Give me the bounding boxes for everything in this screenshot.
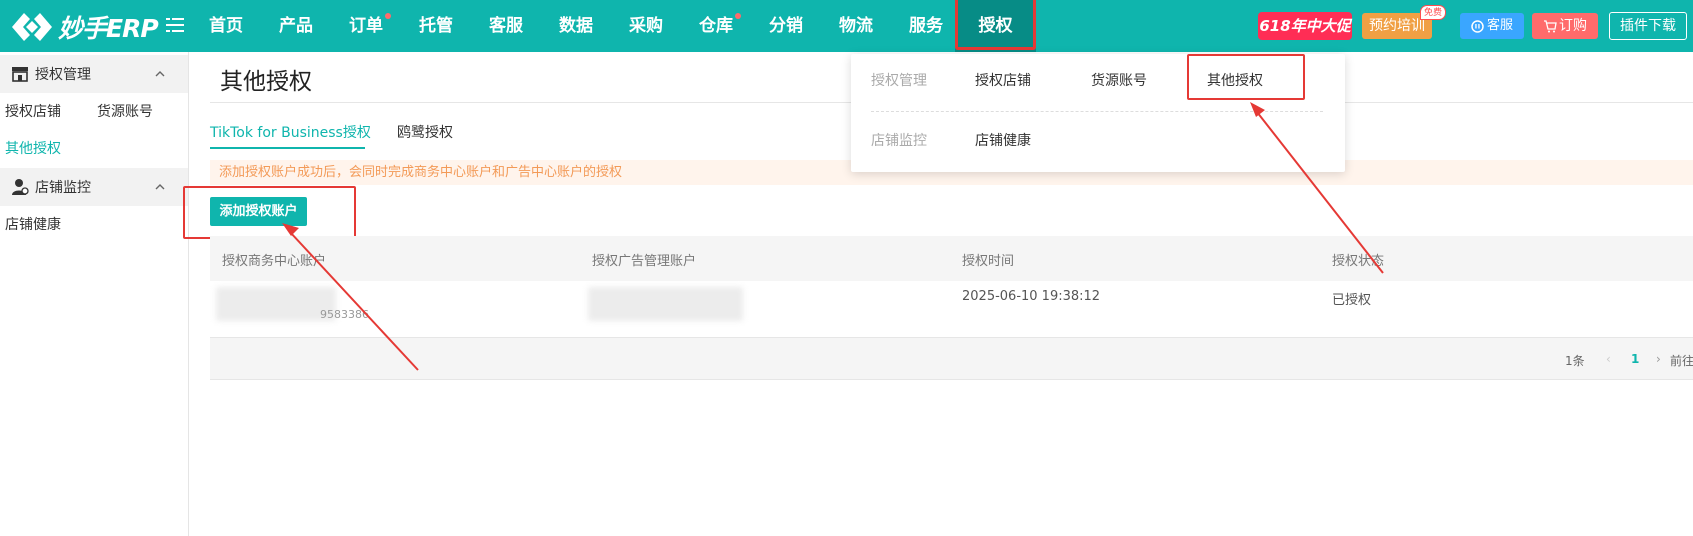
sidebar: 授权管理 授权店铺 货源账号 其他授权 店铺监控 店铺健康 — [0, 52, 189, 536]
pagination: 1条 ‹ 1 › 前往 — [210, 338, 1693, 380]
column-header: 授权状态 — [1332, 254, 1385, 269]
sidebar-group-auth-management[interactable]: 授权管理 — [0, 55, 188, 93]
auth-status: 已授权 — [1332, 293, 1372, 308]
page-title: 其他授权 — [220, 69, 312, 95]
tab-oulu[interactable]: 鸥鹭授权 — [397, 122, 453, 142]
dropdown-item-auth-stores[interactable]: 授权店铺 — [975, 70, 1031, 90]
tab-tiktok-for-business[interactable]: TikTok for Business授权 — [210, 122, 371, 142]
logo-text: 妙手ERP — [58, 14, 159, 43]
nav-item-products[interactable]: 产品 — [279, 0, 313, 52]
table-header: 授权商务中心账户 授权广告管理账户 授权时间 授权状态 — [210, 236, 1693, 281]
column-header: 授权商务中心账户 — [222, 254, 327, 269]
sidebar-group-store-monitoring[interactable]: 店铺监控 — [0, 168, 188, 206]
auth-time: 2025-06-10 19:38:12 — [962, 289, 1101, 304]
nav-item-customer-service[interactable]: 客服 — [489, 0, 523, 52]
nav-item-home[interactable]: 首页 — [209, 0, 243, 52]
redacted-business-account — [216, 287, 336, 321]
promo-618-badge[interactable]: 618年中大促 — [1258, 12, 1352, 40]
next-page-icon[interactable]: › — [1656, 352, 1661, 366]
prev-page-icon[interactable]: ‹ — [1606, 352, 1611, 366]
nav-item-warehouse[interactable]: 仓库 — [699, 0, 741, 52]
column-header: 授权广告管理账户 — [592, 254, 697, 269]
highlight-box-other-auth — [1187, 54, 1305, 100]
chat-icon — [1471, 19, 1484, 33]
sidebar-item-auth-stores[interactable]: 授权店铺 — [5, 101, 61, 121]
nav-item-data[interactable]: 数据 — [559, 0, 593, 52]
user-monitor-icon — [12, 179, 29, 195]
dropdown-group-label: 授权管理 — [871, 73, 927, 89]
sidebar-item-other-auth[interactable]: 其他授权 — [5, 138, 61, 158]
active-tab-indicator — [210, 147, 365, 149]
highlight-box-authorization — [955, 0, 1036, 50]
order-button[interactable]: 订购 — [1532, 13, 1598, 39]
highlight-box-add-button — [183, 186, 356, 239]
page-number[interactable]: 1 — [1631, 352, 1639, 366]
nav-item-logistics[interactable]: 物流 — [839, 0, 873, 52]
cart-icon — [1544, 19, 1557, 32]
redacted-ad-account — [588, 287, 743, 321]
notification-dot — [735, 13, 741, 19]
pagination-goto-label: 前往 — [1670, 354, 1693, 368]
nav-item-hosting[interactable]: 托管 — [419, 0, 453, 52]
nav-item-services[interactable]: 服务 — [909, 0, 943, 52]
customer-service-button[interactable]: 客服 — [1460, 13, 1524, 39]
store-icon — [12, 67, 28, 82]
business-account-partial: 9583386 — [320, 308, 369, 321]
dropdown-item-supply-accounts[interactable]: 货源账号 — [1091, 70, 1147, 90]
pagination-total: 1条 — [1565, 354, 1585, 368]
dropdown-divider — [871, 111, 1323, 112]
dropdown-group-label: 店铺监控 — [871, 133, 927, 149]
app-root: 妙手ERP 首页 产品 订单 托管 客服 数据 采购 仓库 分销 物流 服务 授… — [0, 0, 1693, 536]
chevron-up-icon — [155, 71, 165, 77]
sidebar-item-supply-accounts[interactable]: 货源账号 — [97, 101, 153, 121]
nav-item-purchasing[interactable]: 采购 — [629, 0, 663, 52]
logo[interactable]: 妙手ERP — [10, 9, 159, 45]
column-header: 授权时间 — [962, 254, 1015, 269]
nav-item-distribution[interactable]: 分销 — [769, 0, 803, 52]
free-badge: 免费 — [1420, 5, 1446, 20]
nav-item-orders[interactable]: 订单 — [349, 0, 391, 52]
top-navbar: 妙手ERP 首页 产品 订单 托管 客服 数据 采购 仓库 分销 物流 服务 授… — [0, 0, 1693, 52]
sidebar-item-store-health[interactable]: 店铺健康 — [5, 214, 61, 234]
dropdown-item-store-health[interactable]: 店铺健康 — [975, 130, 1031, 150]
menu-toggle-icon[interactable] — [166, 16, 184, 34]
notification-dot — [385, 13, 391, 19]
plugin-download-button[interactable]: 插件下载 — [1609, 12, 1687, 40]
chevron-up-icon — [155, 184, 165, 190]
logo-icon — [12, 13, 52, 41]
